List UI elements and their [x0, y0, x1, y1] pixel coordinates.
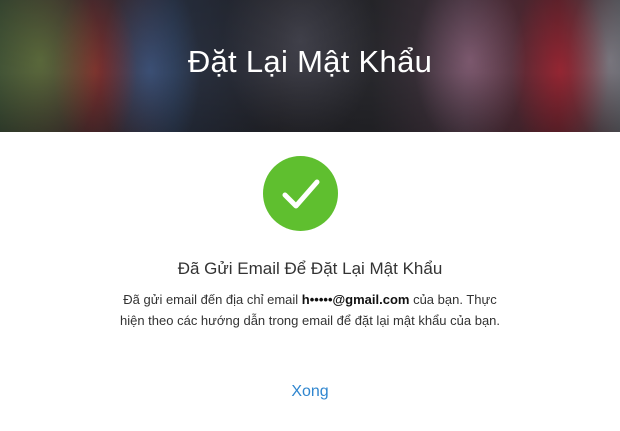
header-banner: Đặt Lại Mật Khẩu — [0, 0, 620, 132]
confirmation-message: Đã gửi email đến địa chỉ email h•••••@gm… — [110, 289, 510, 331]
page-title: Đặt Lại Mật Khẩu — [187, 44, 433, 79]
confirmation-heading: Đã Gửi Email Để Đặt Lại Mật Khẩu — [177, 259, 443, 278]
masked-email: h•••••@gmail.com — [301, 292, 410, 307]
check-circle-icon — [263, 156, 338, 231]
done-link[interactable]: Xong — [0, 383, 620, 401]
message-text-before: Đã gửi email đến địa chỉ email — [123, 292, 302, 307]
